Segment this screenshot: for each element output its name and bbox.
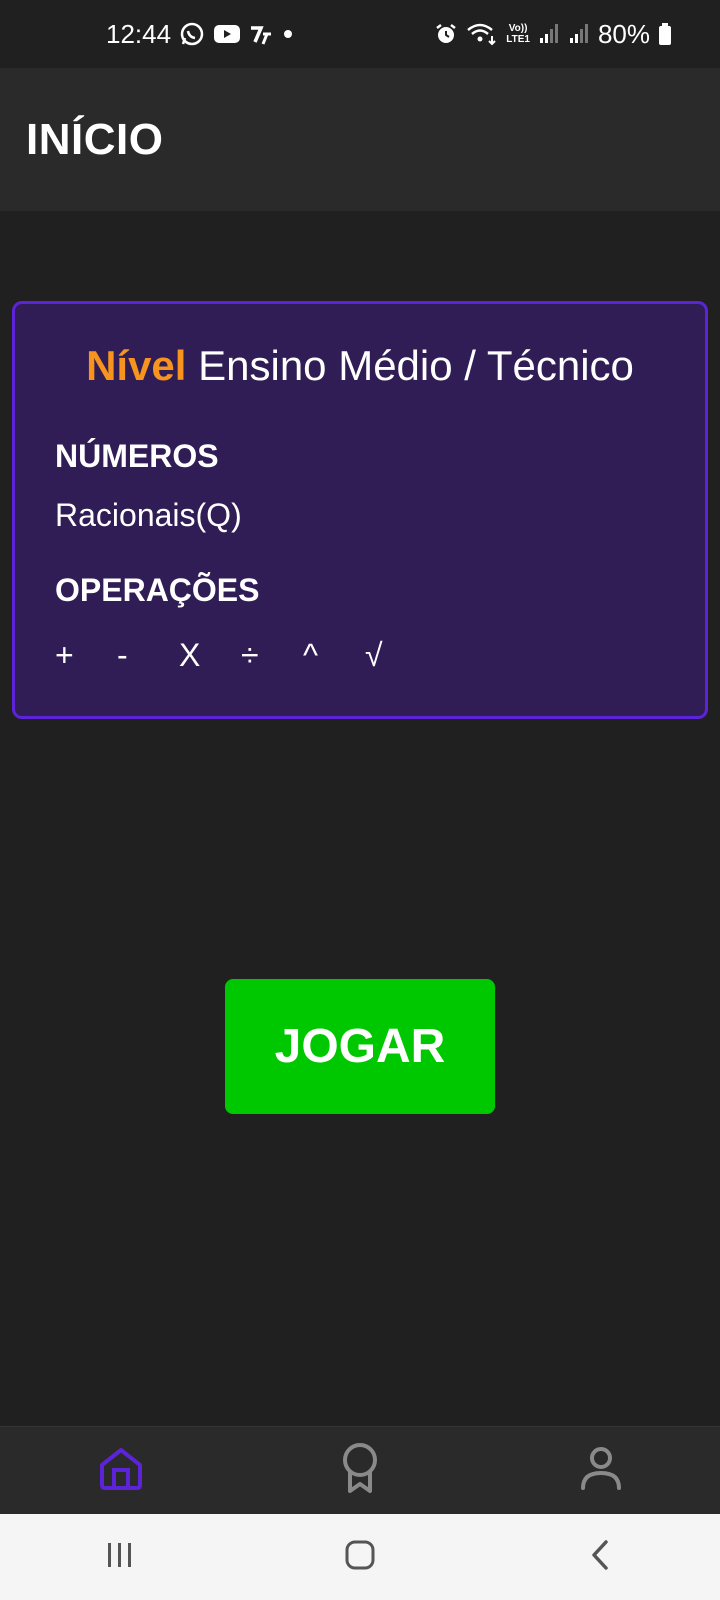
- level-value: Ensino Médio / Técnico: [198, 342, 634, 389]
- operation-multiply: X: [179, 637, 201, 673]
- whatsapp-icon: [179, 21, 205, 47]
- operation-add: +: [55, 637, 74, 673]
- operation-power: ^: [303, 637, 319, 673]
- play-button[interactable]: JOGAR: [225, 979, 495, 1114]
- status-bar: 12:44 Vo)) LTE1 80%: [0, 0, 720, 68]
- medal-icon: [340, 1442, 380, 1499]
- back-icon: [588, 1539, 612, 1576]
- status-bar-right: Vo)) LTE1 80%: [434, 19, 672, 50]
- square-icon: [344, 1539, 376, 1576]
- app-bar: INÍCIO: [0, 68, 720, 211]
- level-heading: Nível Ensino Médio / Técnico: [55, 342, 665, 390]
- operations-list: + - X ÷ ^ √: [55, 637, 665, 674]
- operations-title: OPERAÇÕES: [55, 572, 260, 608]
- operation-root: √: [365, 637, 383, 673]
- level-card: Nível Ensino Médio / Técnico NÚMEROS Rac…: [12, 301, 708, 719]
- page-title: INÍCIO: [26, 114, 164, 164]
- wifi-icon: [466, 22, 498, 46]
- app-icon: [249, 22, 273, 46]
- youtube-icon: [213, 23, 241, 45]
- operation-divide: ÷: [241, 637, 259, 673]
- home-icon: [98, 1445, 144, 1496]
- bottom-nav: [0, 1426, 720, 1514]
- profile-icon: [580, 1446, 622, 1495]
- volte-icon: Vo)) LTE1: [506, 23, 530, 45]
- operation-subtract: -: [117, 637, 128, 673]
- recent-apps-icon: [105, 1541, 135, 1574]
- battery-icon: [658, 22, 672, 46]
- status-time: 12:44: [106, 18, 172, 49]
- back-button[interactable]: [560, 1527, 640, 1587]
- status-bar-left: 12:44: [106, 19, 295, 50]
- numbers-value: Racionais(Q): [55, 497, 242, 533]
- alarm-icon: [434, 22, 458, 46]
- signal-icon: [568, 23, 590, 45]
- level-label: Nível: [86, 342, 187, 389]
- recent-apps-button[interactable]: [80, 1527, 160, 1587]
- nav-item-profile[interactable]: [447, 1446, 720, 1495]
- nav-item-ranking[interactable]: [273, 1442, 448, 1499]
- dot-icon: [281, 27, 295, 41]
- signal-icon: [538, 23, 560, 45]
- numbers-title: NÚMEROS: [55, 438, 219, 474]
- nav-item-home[interactable]: [0, 1445, 273, 1496]
- battery-percent: 80%: [597, 18, 650, 49]
- home-system-button[interactable]: [320, 1527, 400, 1587]
- system-nav-bar: [0, 1514, 720, 1600]
